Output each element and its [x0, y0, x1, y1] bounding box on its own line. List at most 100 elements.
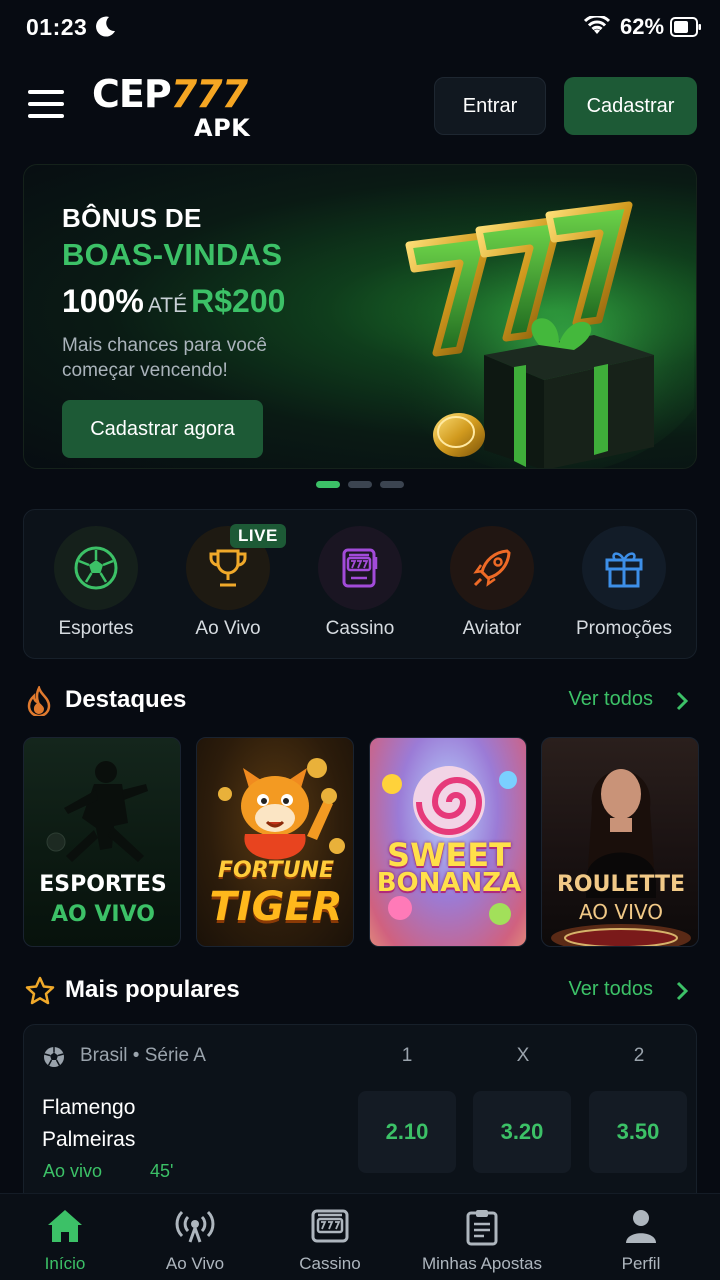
card-title: ESPORTES [39, 872, 167, 897]
category-icon-wrap [318, 526, 402, 610]
battery-icon [670, 17, 701, 37]
match-status: Ao vivo [43, 1161, 103, 1181]
odd-draw-button[interactable]: 3.20 [473, 1091, 571, 1173]
nav-cassino[interactable]: Cassino [275, 1194, 385, 1280]
popular-header: Mais populares Ver todos [23, 974, 697, 1008]
see-all-link[interactable]: Ver todos [568, 688, 653, 711]
category-cassino[interactable]: Cassino [294, 526, 424, 646]
odds-header-x: X [516, 1045, 530, 1066]
hero-subtitle: Mais chances para você começar vencendo! [62, 335, 267, 381]
card-esportes-ao-vivo[interactable]: ESPORTES AO VIVO [23, 737, 181, 947]
nav-perfil[interactable]: Perfil [586, 1194, 696, 1280]
category-aviator[interactable]: Aviator [426, 526, 556, 646]
soccer-ball-icon [44, 1047, 64, 1067]
hero-amount: R$200 [191, 283, 286, 319]
category-strip: Esportes Ao Vivo LIVE Cassino Aviator Pr… [23, 509, 697, 659]
nav-label: Início [44, 1254, 86, 1273]
category-label: Esportes [58, 618, 134, 639]
odds-header-2: 2 [633, 1045, 645, 1066]
away-team: Palmeiras [42, 1128, 136, 1151]
logo-main: CEP [92, 72, 172, 116]
battery-percent: 62% [620, 14, 665, 39]
clipboard-icon [466, 1210, 498, 1246]
hero-line1: BÔNUS DE [62, 203, 202, 233]
carousel-dot-active[interactable] [316, 481, 340, 488]
card-title: ROULETTE [556, 872, 686, 897]
welcome-bonus-banner[interactable]: BÔNUS DE BOAS-VINDAS 100% ATÉ R$200 Mais c… [23, 164, 697, 469]
category-label: Ao Vivo [195, 618, 261, 639]
carousel-dots[interactable] [316, 481, 406, 489]
nav-label: Minhas Apostas [421, 1254, 542, 1273]
signup-button[interactable]: Cadastrar [564, 77, 697, 135]
jackpot-gift-illustration [379, 195, 694, 468]
card-subtitle: AO VIVO [51, 902, 155, 927]
chevron-right-icon[interactable] [675, 690, 689, 712]
see-all-link[interactable]: Ver todos [568, 978, 653, 1001]
category-icon-wrap [450, 526, 534, 610]
wifi-icon [584, 16, 610, 34]
card-subtitle: TIGER [209, 884, 343, 930]
section-title: Destaques [65, 686, 187, 713]
moon-icon [96, 16, 115, 37]
home-team: Flamengo [42, 1096, 136, 1119]
soccer-player-illustration [46, 761, 148, 862]
section-title: Mais populares [65, 976, 240, 1003]
user-icon [626, 1210, 656, 1243]
soccer-ball-icon [74, 546, 118, 590]
nav-minhas-apostas[interactable]: Minhas Apostas [412, 1194, 552, 1280]
bottom-navigation: Início Ao Vivo Cassino Minhas Apostas Pe… [0, 1193, 720, 1280]
hero-percent: 100% [62, 283, 144, 319]
card-subtitle: AO VIVO [578, 900, 664, 924]
category-icon-wrap [54, 526, 138, 610]
card-fortune-tiger[interactable]: FORTUNE TIGER [196, 737, 354, 947]
nav-inicio[interactable]: Início [10, 1194, 120, 1280]
carousel-dot[interactable] [380, 481, 404, 488]
brand-logo[interactable]: CEP777 APK [92, 74, 262, 144]
slot-machine-icon [342, 548, 378, 588]
hero-offer: 100% ATÉ R$200 [62, 283, 285, 320]
nav-label: Perfil [621, 1254, 661, 1273]
status-time: 01:23 [26, 14, 88, 40]
match-minute: 45' [150, 1161, 174, 1181]
card-subtitle: BONANZA [376, 868, 522, 898]
odds-header-1: 1 [401, 1045, 413, 1066]
category-promocoes[interactable]: Promoções [558, 526, 688, 646]
nav-label: Cassino [299, 1254, 361, 1273]
match-card[interactable]: Brasil • Série A 1 X 2 Flamengo Palmeira… [23, 1024, 697, 1214]
logo-sub: APK [194, 114, 251, 142]
star-icon [25, 976, 55, 1005]
app-header: CEP777 APK Entrar Cadastrar [0, 70, 720, 142]
hero-ate: ATÉ [147, 294, 188, 317]
card-title: FORTUNE [218, 858, 334, 883]
rocket-icon [473, 549, 511, 587]
fire-icon [27, 686, 51, 716]
hero-line2: BOAS-VINDAS [62, 237, 283, 272]
league-name: Brasil • Série A [80, 1045, 206, 1066]
live-badge: LIVE [230, 524, 286, 548]
category-icon-wrap [582, 526, 666, 610]
odd-home-button[interactable]: 2.10 [358, 1091, 456, 1173]
category-label: Cassino [325, 618, 395, 639]
home-icon [48, 1210, 82, 1242]
broadcast-icon [175, 1210, 215, 1243]
logo-number: 777 [170, 72, 248, 116]
category-label: Aviator [462, 618, 522, 639]
category-esportes[interactable]: Esportes [30, 526, 160, 646]
card-sweet-bonanza[interactable]: SWEET BONANZA [369, 737, 527, 947]
carousel-dot[interactable] [348, 481, 372, 488]
status-bar: 01:23 62% [0, 0, 720, 56]
odd-away-button[interactable]: 3.50 [589, 1091, 687, 1173]
trophy-icon [209, 549, 247, 587]
chevron-right-icon[interactable] [675, 980, 689, 1002]
signup-now-button[interactable]: Cadastrar agora [62, 400, 263, 458]
nav-ao-vivo[interactable]: Ao Vivo [140, 1194, 250, 1280]
category-label: Promoções [575, 618, 673, 639]
nav-label: Ao Vivo [165, 1254, 225, 1273]
highlights-header: Destaques Ver todos [23, 684, 697, 718]
login-button[interactable]: Entrar [434, 77, 546, 135]
slot-icon [311, 1209, 349, 1243]
gift-icon [605, 552, 643, 588]
card-roulette-ao-vivo[interactable]: ROULETTE AO VIVO [541, 737, 699, 947]
highlight-cards: ESPORTES AO VIVO FORTUNE TIGER SWEET BON… [23, 737, 699, 947]
menu-icon[interactable] [28, 90, 64, 120]
